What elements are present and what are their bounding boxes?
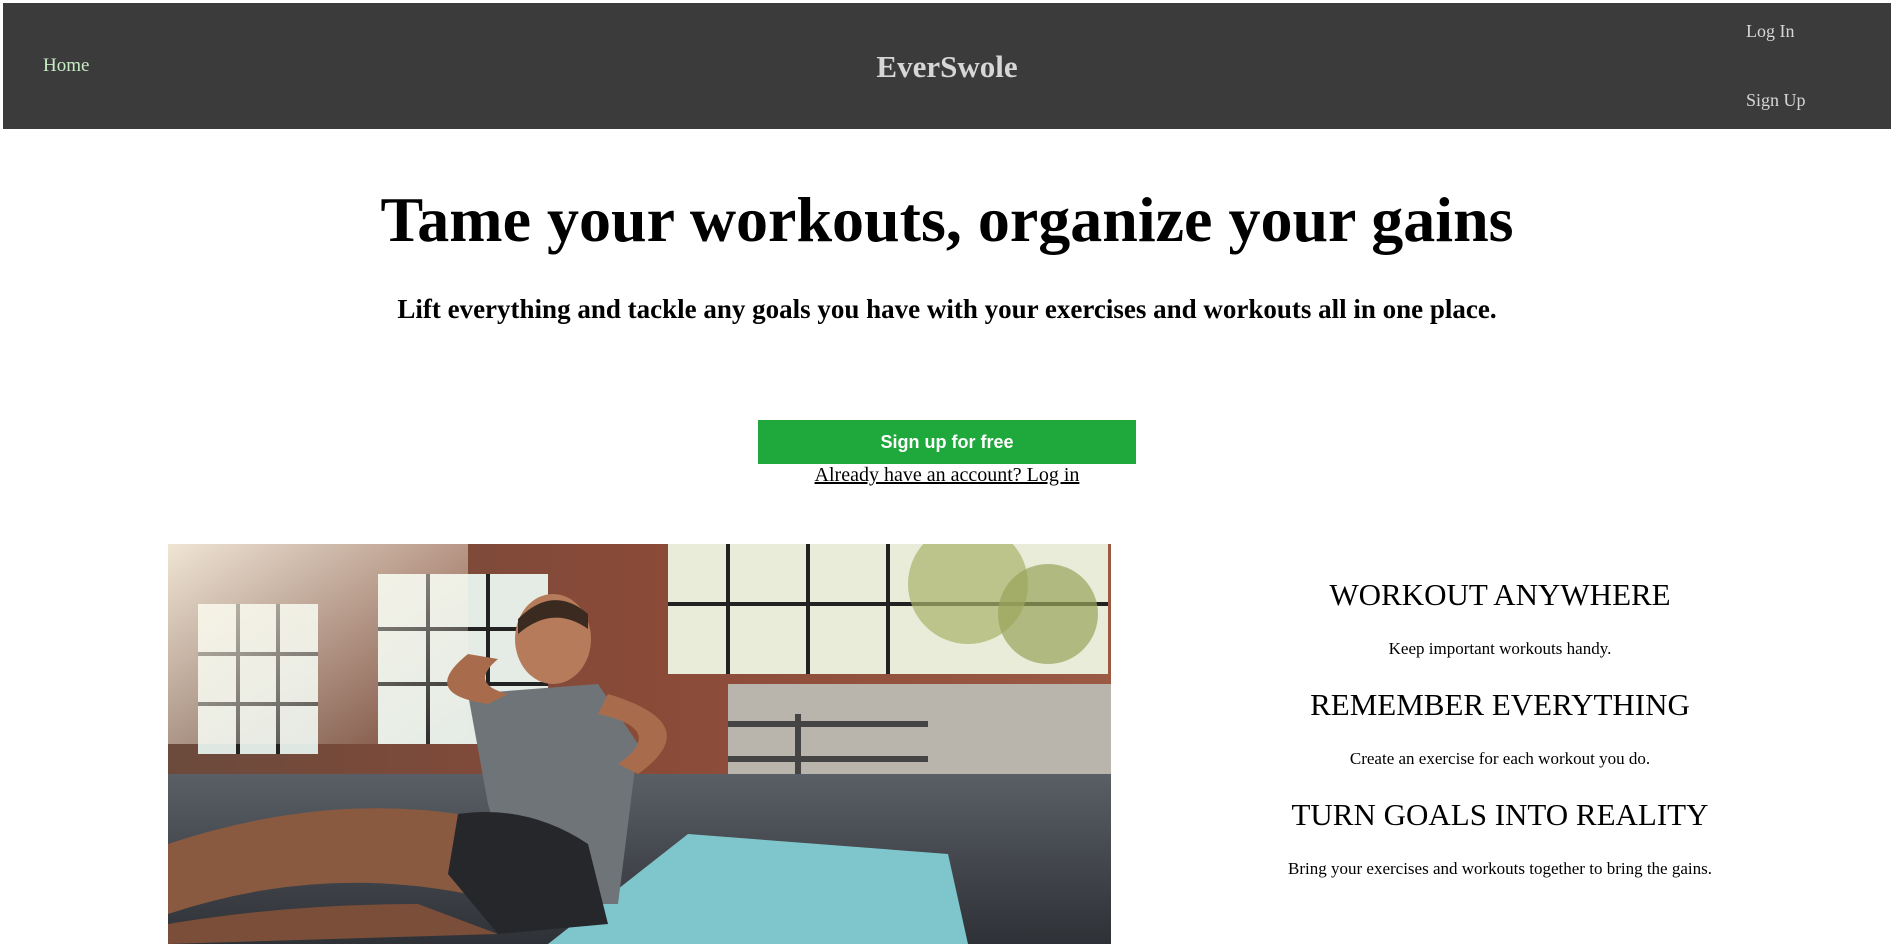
brand-title: EverSwole [876,49,1018,84]
feature-title: TURN GOALS INTO REALITY [1291,797,1709,832]
hero-title: Tame your workouts, organize your gains [380,184,1514,255]
nav-signup-link[interactable]: Sign Up [1746,90,1806,111]
already-have-account-login-link[interactable]: Already have an account? Log in [0,464,1894,487]
feature-title: WORKOUT ANYWHERE [1329,577,1671,612]
nav-login-link[interactable]: Log In [1746,21,1795,42]
feature-desc: Bring your exercises and workouts togeth… [1288,859,1712,878]
features-section: WORKOUT ANYWHERE Keep important workouts… [1200,570,1800,900]
feature-desc: Keep important workouts handy. [1388,639,1612,658]
feature-desc: Create an exercise for each workout you … [1349,749,1651,768]
signup-free-button[interactable]: Sign up for free [758,420,1136,464]
feature-title: REMEMBER EVERYTHING [1310,687,1690,722]
hero-subtitle: Lift everything and tackle any goals you… [397,294,1497,324]
workout-photo [168,544,1111,944]
navbar: Home EverSwole Log In Sign Up [3,3,1891,129]
